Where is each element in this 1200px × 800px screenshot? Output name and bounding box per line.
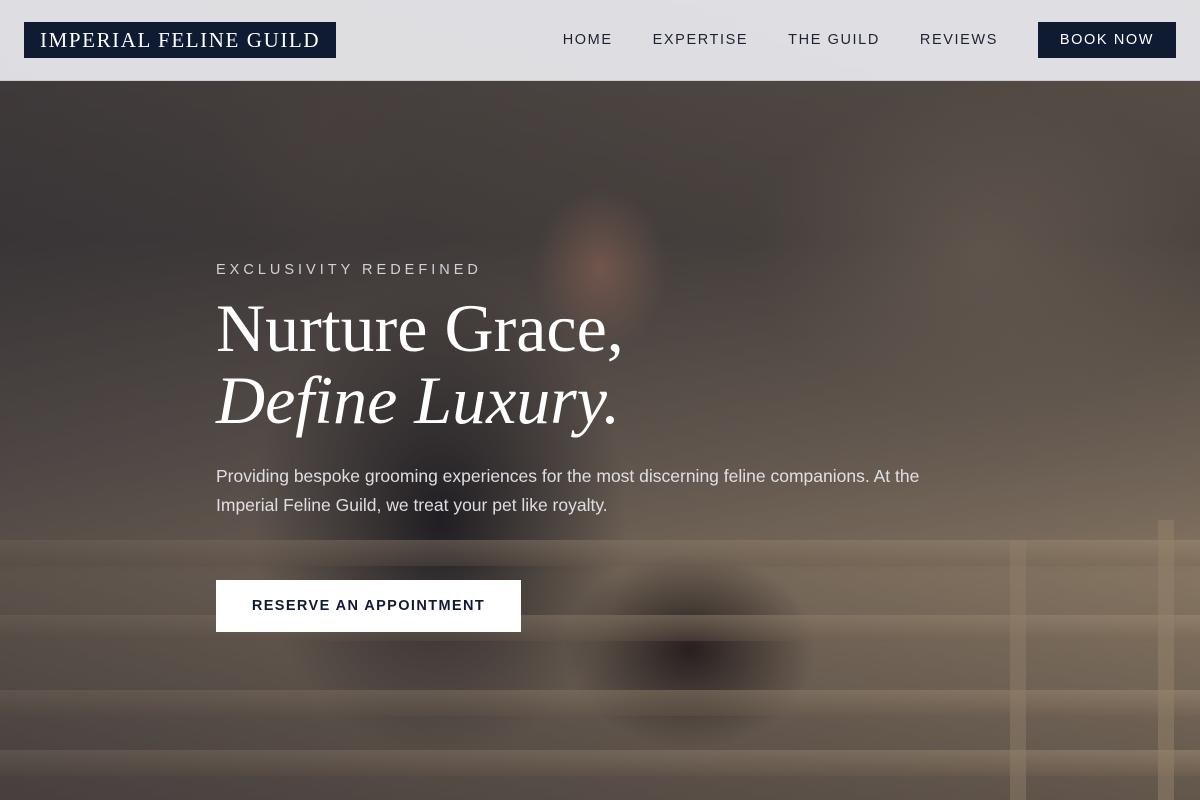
hero-eyebrow: EXCLUSIVITY REDEFINED: [216, 262, 482, 278]
site-header: IMPERIAL FELINE GUILD HOME EXPERTISE THE…: [0, 0, 1200, 81]
hero-description: Providing bespoke grooming experiences f…: [216, 466, 920, 515]
hero-headline-line1: Nurture Grace,: [216, 290, 624, 366]
nav-link-home[interactable]: HOME: [563, 32, 613, 48]
reserve-appointment-button[interactable]: RESERVE AN APPOINTMENT: [216, 579, 521, 632]
site-logo[interactable]: IMPERIAL FELINE GUILD: [24, 22, 337, 58]
nav-link-expertise[interactable]: EXPERTISE: [653, 32, 749, 48]
nav-link-reviews[interactable]: REVIEWS: [920, 32, 998, 48]
nav-link-the-guild[interactable]: THE GUILD: [788, 32, 880, 48]
book-now-button[interactable]: BOOK NOW: [1038, 22, 1176, 58]
main-nav: HOME EXPERTISE THE GUILD REVIEWS: [563, 22, 998, 58]
hero-headline-line2: Define Luxury.: [216, 362, 621, 438]
landing-page: IMPERIAL FELINE GUILD HOME EXPERTISE THE…: [0, 0, 1200, 800]
hero-headline: Nurture Grace, Define Luxury.: [216, 292, 976, 436]
hero-section: EXCLUSIVITY REDEFINED Nurture Grace, Def…: [216, 262, 976, 632]
